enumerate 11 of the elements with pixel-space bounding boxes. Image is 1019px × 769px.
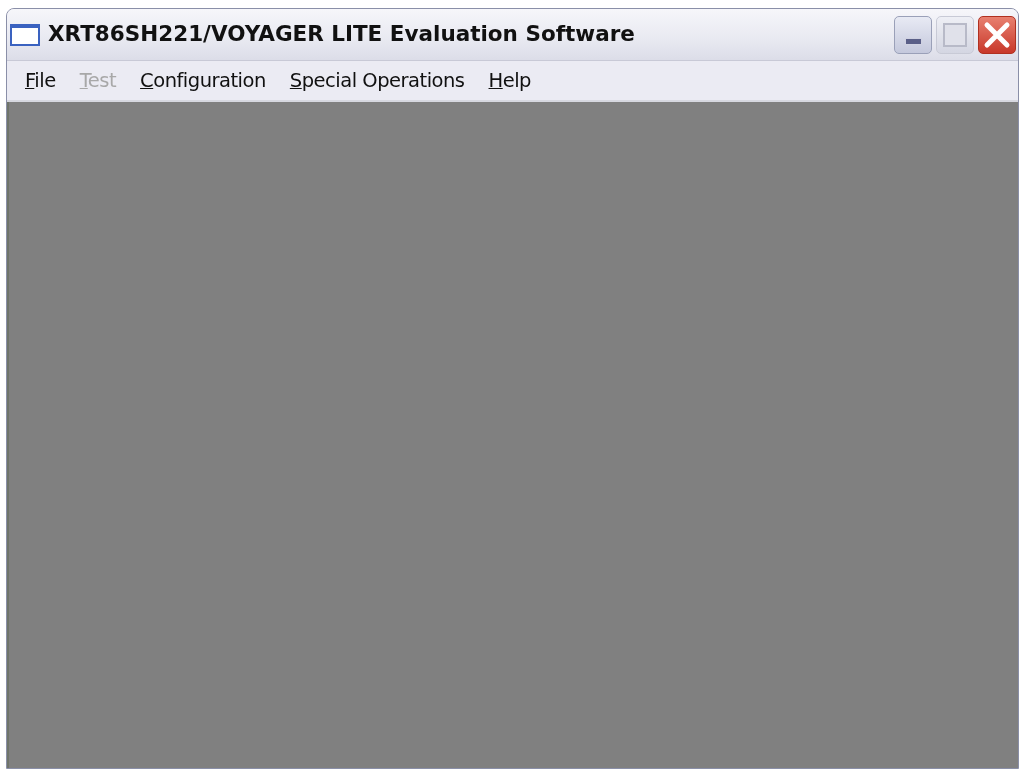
window-icon <box>10 23 40 46</box>
maximize-icon <box>942 21 968 48</box>
minimize-button[interactable] <box>894 15 932 54</box>
menu-item[interactable]: Special Operations <box>277 65 477 96</box>
menu-item[interactable]: Configuration <box>128 65 278 96</box>
minimize-icon <box>904 38 922 45</box>
window-title: XRT86SH221/VOYAGER LITE Evaluation Software <box>48 20 635 49</box>
close-button[interactable] <box>978 15 1016 54</box>
close-icon <box>982 19 1012 50</box>
menu-item[interactable]: File <box>13 65 68 96</box>
menu-item[interactable]: Help <box>476 65 543 96</box>
